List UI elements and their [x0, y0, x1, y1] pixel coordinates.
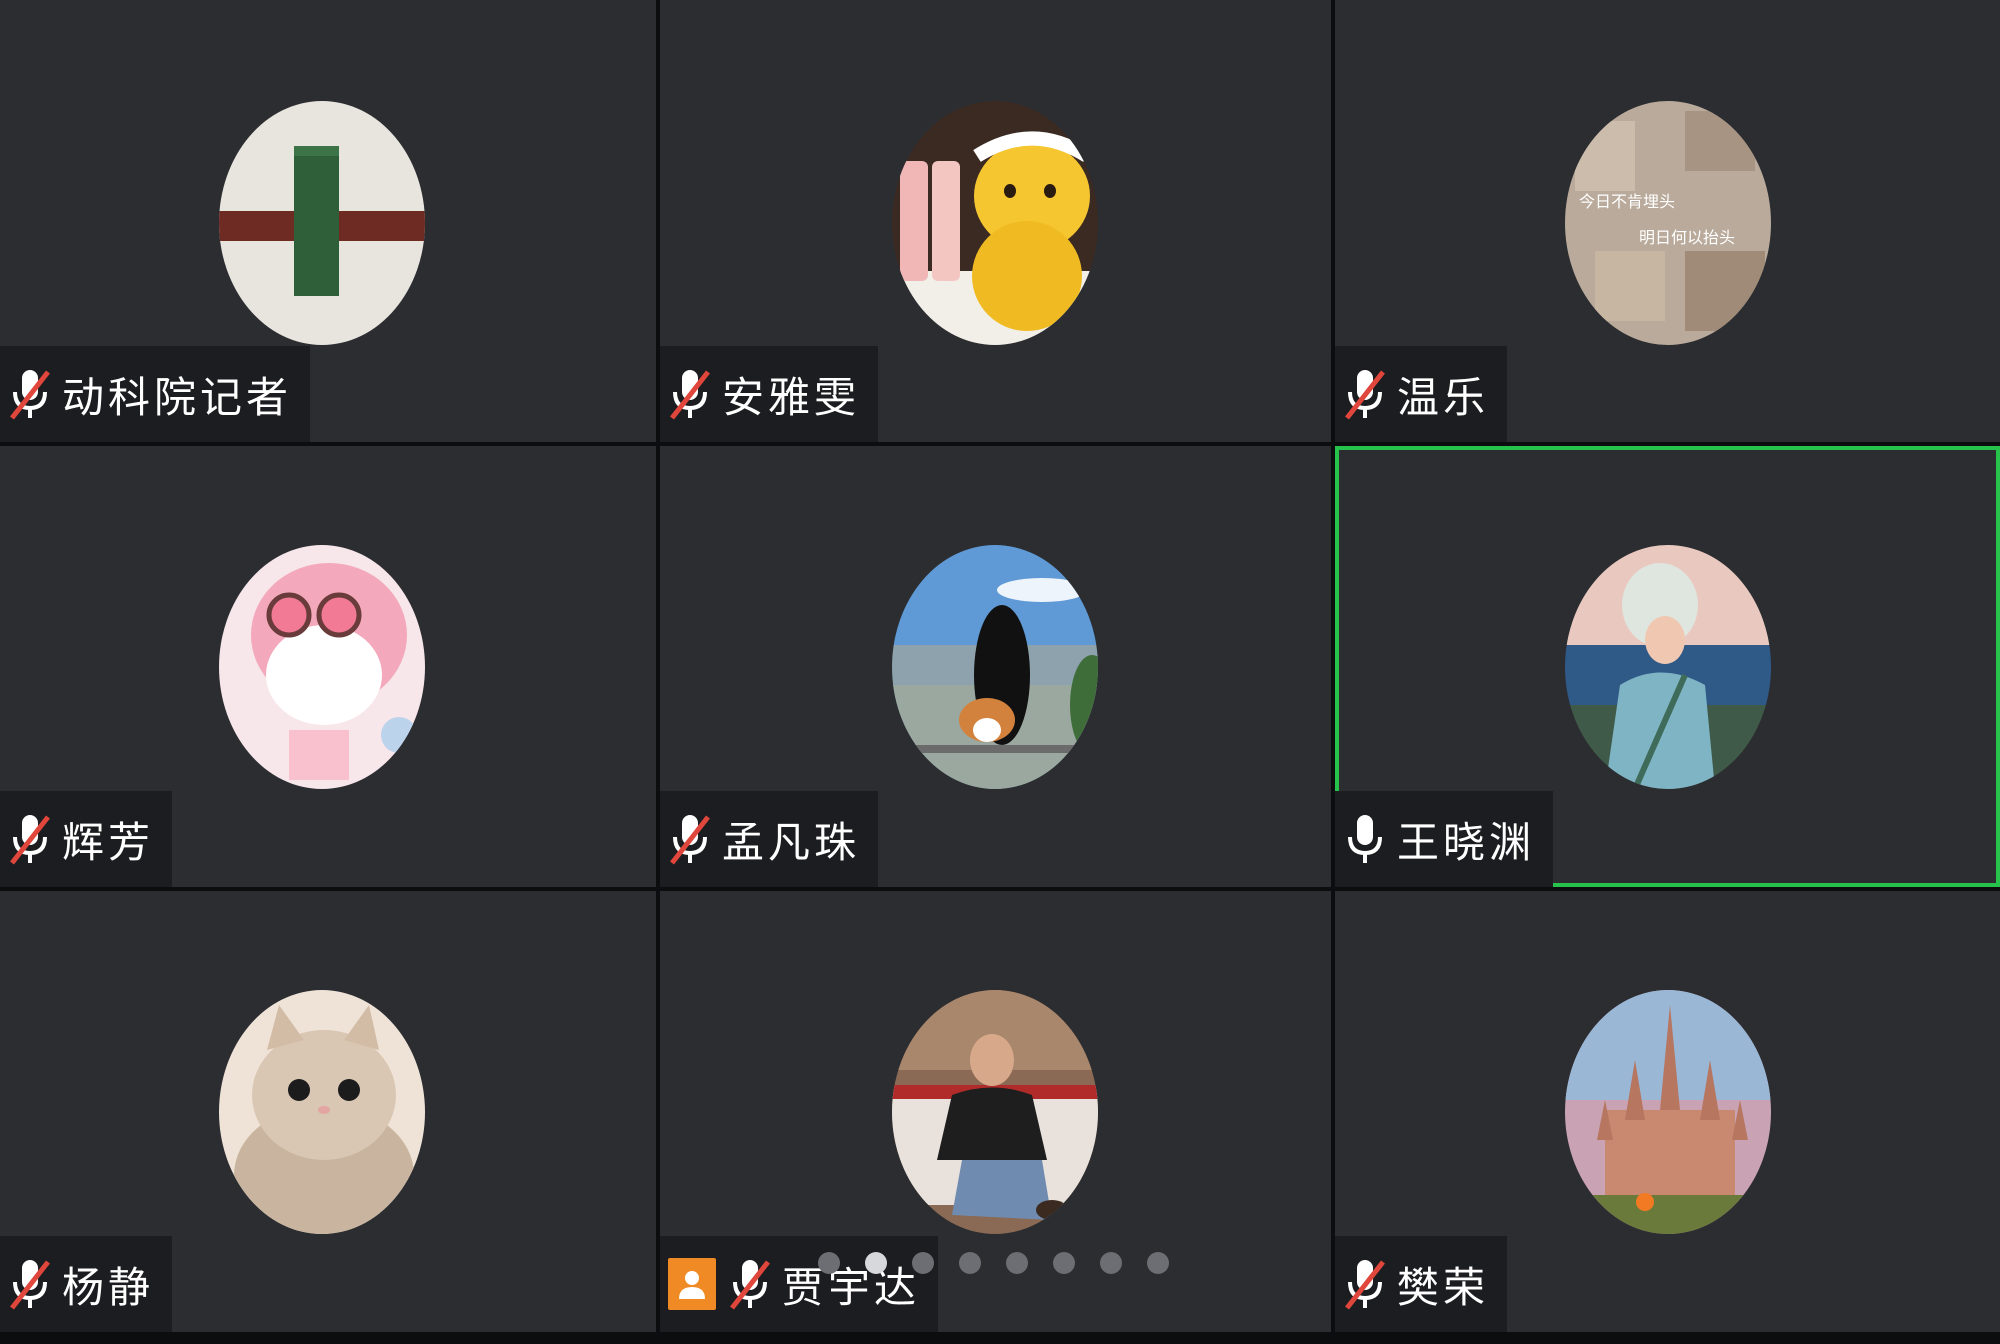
mic-muted-icon[interactable] [1343, 366, 1387, 422]
participant-name: 安雅雯 [722, 372, 861, 422]
participant-nameplate: 孟凡珠 [660, 791, 879, 887]
participant-name: 王晓渊 [1397, 817, 1536, 867]
participant-nameplate: 辉芳 [0, 791, 173, 887]
participant-avatar [1565, 545, 1771, 789]
page-dot-7[interactable] [1100, 1252, 1122, 1274]
mic-muted-icon[interactable] [728, 1256, 772, 1312]
participant-nameplate: 王晓渊 [1335, 791, 1554, 887]
participant-tile-2[interactable]: 今日不肯埋头 明日何以抬头 温乐 [1335, 0, 2000, 442]
mic-muted-icon[interactable] [668, 811, 712, 867]
participant-name: 温乐 [1397, 372, 1490, 422]
participant-name: 杨静 [62, 1262, 155, 1312]
participant-avatar [892, 101, 1098, 345]
participant-tile-8[interactable]: 樊荣 [1335, 891, 2000, 1332]
mic-muted-icon[interactable] [8, 811, 52, 867]
page-indicator [818, 1252, 1169, 1274]
participant-avatar [892, 545, 1098, 789]
participant-name: 樊荣 [1397, 1262, 1490, 1312]
participant-tile-5[interactable]: 王晓渊 [1335, 446, 2000, 887]
mic-muted-icon[interactable] [8, 366, 52, 422]
participant-nameplate: 樊荣 [1335, 1236, 1508, 1332]
participant-tile-6[interactable]: 杨静 [0, 891, 656, 1332]
participant-avatar [892, 990, 1098, 1234]
participant-tile-1[interactable]: 安雅雯 [660, 0, 1331, 442]
mic-icon[interactable] [1343, 811, 1387, 867]
video-grid: 动科院记者 安雅雯 今日不肯埋头 明日何以抬头 温乐 辉芳 孟凡珠 王晓渊 杨静… [0, 0, 2000, 1344]
participant-tile-3[interactable]: 辉芳 [0, 446, 656, 887]
page-dot-6[interactable] [1053, 1252, 1075, 1274]
participant-name: 动科院记者 [62, 372, 293, 422]
participant-avatar: 今日不肯埋头 明日何以抬头 [1565, 101, 1771, 345]
participant-tile-4[interactable]: 孟凡珠 [660, 446, 1331, 887]
participant-nameplate: 贾宇达 [660, 1236, 939, 1332]
avatar-text-line-1: 今日不肯埋头 [1579, 192, 1675, 211]
participant-nameplate: 动科院记者 [0, 346, 311, 442]
host-icon [668, 1258, 716, 1310]
page-dot-5[interactable] [1006, 1252, 1028, 1274]
participant-avatar [1565, 990, 1771, 1234]
page-dot-4[interactable] [959, 1252, 981, 1274]
avatar-text-line-2: 明日何以抬头 [1639, 228, 1735, 247]
page-dot-1[interactable] [818, 1252, 840, 1274]
participant-name: 辉芳 [62, 817, 155, 867]
page-dot-2[interactable] [865, 1252, 887, 1274]
participant-nameplate: 安雅雯 [660, 346, 879, 442]
participant-avatar [219, 990, 425, 1234]
participant-nameplate: 温乐 [1335, 346, 1508, 442]
participant-tile-0[interactable]: 动科院记者 [0, 0, 656, 442]
mic-muted-icon[interactable] [1343, 1256, 1387, 1312]
page-dot-3[interactable] [912, 1252, 934, 1274]
mic-muted-icon[interactable] [8, 1256, 52, 1312]
participant-nameplate: 杨静 [0, 1236, 173, 1332]
participant-avatar [219, 545, 425, 789]
page-dot-8[interactable] [1147, 1252, 1169, 1274]
participant-avatar [219, 101, 425, 345]
participant-name: 孟凡珠 [722, 817, 861, 867]
mic-muted-icon[interactable] [668, 366, 712, 422]
